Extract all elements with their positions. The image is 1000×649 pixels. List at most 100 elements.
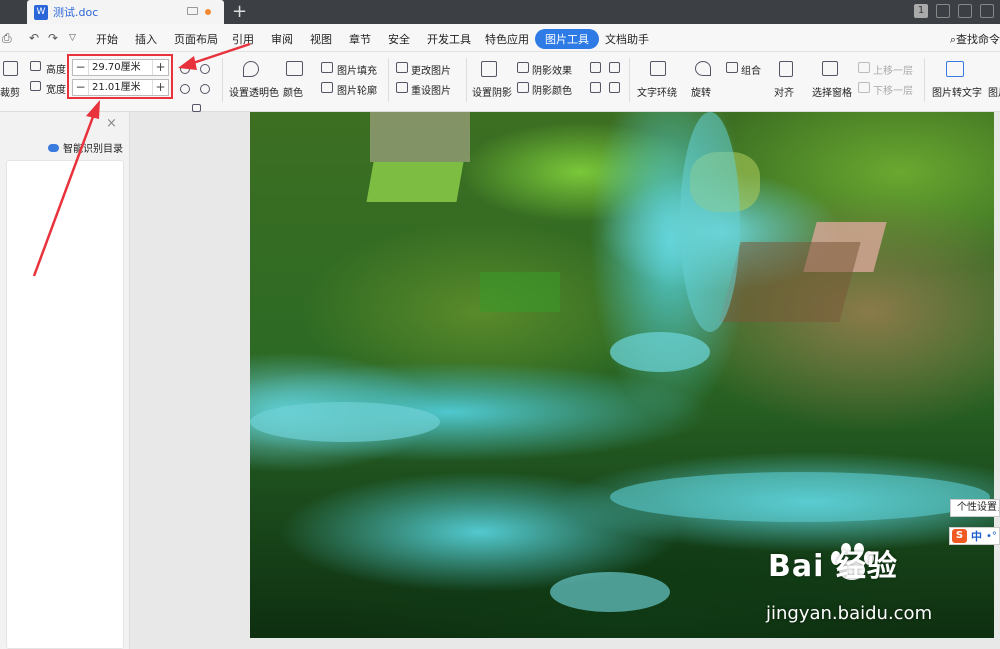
crop-icon[interactable] xyxy=(3,61,18,76)
smart-toc-button[interactable]: 智能识别目录 xyxy=(48,140,123,155)
reset-size-icon[interactable] xyxy=(200,64,210,74)
reset-picture-icon[interactable] xyxy=(396,82,408,93)
find-command-label: 查找命令 xyxy=(956,33,1000,46)
change-picture-label[interactable]: 更改图片 xyxy=(411,62,451,77)
color-label[interactable]: 颜色 xyxy=(283,84,303,99)
send-backward-icon[interactable] xyxy=(858,82,870,93)
menu-doc-assistant[interactable]: 文档助手 xyxy=(605,31,649,47)
skin-icon[interactable] xyxy=(936,4,950,18)
picture-color-icon[interactable] xyxy=(286,61,303,76)
shadow-down-icon[interactable] xyxy=(590,82,601,93)
menu-references[interactable]: 引用 xyxy=(232,31,254,47)
shadow-color-icon[interactable] xyxy=(517,82,529,93)
shadow-left-icon[interactable] xyxy=(609,82,620,93)
document-tab-title: 测试.doc xyxy=(53,6,99,19)
ime-punctuation-icon[interactable]: •° xyxy=(986,531,997,542)
rotate-label[interactable]: 旋转 xyxy=(691,84,711,99)
menu-view[interactable]: 视图 xyxy=(310,31,332,47)
decrease-contrast-icon[interactable] xyxy=(200,84,210,94)
shadow-color-label[interactable]: 阴影颜色 xyxy=(532,82,572,97)
picture-to-text-icon[interactable] xyxy=(946,61,964,77)
sogou-ime-icon[interactable]: S xyxy=(952,529,967,543)
send-backward-label[interactable]: 下移一层 xyxy=(873,82,913,97)
window-controls: 1 xyxy=(914,4,994,18)
rotate-icon[interactable] xyxy=(695,61,711,76)
river-segment xyxy=(250,402,440,442)
transparent-color-icon[interactable] xyxy=(243,61,259,77)
height-label: 高度: xyxy=(46,65,70,76)
menu-page-layout[interactable]: 页面布局 xyxy=(174,31,218,47)
bring-forward-icon[interactable] xyxy=(858,62,870,73)
shadow-right-icon[interactable] xyxy=(609,62,620,73)
annotation-highlight-box xyxy=(67,54,173,99)
picture-outline-icon[interactable] xyxy=(321,82,333,93)
crop-button-label[interactable]: 裁剪 xyxy=(0,84,20,99)
village-houses xyxy=(370,112,470,162)
menu-home[interactable]: 开始 xyxy=(96,31,118,47)
menu-special-apps[interactable]: 特色应用 xyxy=(485,31,529,47)
close-icon[interactable]: × xyxy=(106,116,117,131)
ribbon-divider xyxy=(924,58,925,102)
selection-pane-icon[interactable] xyxy=(822,61,838,76)
river-segment xyxy=(610,332,710,372)
ribbon-divider xyxy=(466,58,467,102)
user-icon[interactable] xyxy=(980,4,994,18)
shadow-effect-icon[interactable] xyxy=(517,62,529,73)
reset-picture-label[interactable]: 重设图片 xyxy=(411,82,451,97)
shadow-up-icon[interactable] xyxy=(590,62,601,73)
smart-toc-icon xyxy=(48,143,59,152)
navigation-panel: × 智能识别目录 xyxy=(0,112,130,649)
find-command[interactable]: ⌕查找命令 xyxy=(950,31,1000,47)
menu-developer[interactable]: 开发工具 xyxy=(427,31,471,47)
undo-icon[interactable]: ↶ xyxy=(29,31,39,45)
river-segment xyxy=(680,112,740,332)
bring-forward-label[interactable]: 上移一层 xyxy=(873,62,913,77)
shadow-effect-label[interactable]: 阴影效果 xyxy=(532,62,572,77)
smart-toc-label: 智能识别目录 xyxy=(63,144,123,155)
picture-fill-label[interactable]: 图片填充 xyxy=(337,62,377,77)
toc-list xyxy=(6,160,124,649)
align-icon[interactable] xyxy=(779,61,793,77)
redo-icon[interactable]: ↷ xyxy=(48,31,58,45)
picture-outline-label[interactable]: 图片轮廓 xyxy=(337,82,377,97)
print-preview-icon[interactable]: ⎙ xyxy=(2,31,12,46)
field-patch xyxy=(480,272,560,312)
lock-ratio-icon[interactable] xyxy=(180,64,190,74)
picture-fill-icon[interactable] xyxy=(321,62,333,73)
picture-to-text-label[interactable]: 图片转文字 xyxy=(932,84,982,99)
menu-picture-tools[interactable]: 图片工具 xyxy=(535,29,599,49)
width-icon xyxy=(30,81,41,91)
change-picture-icon[interactable] xyxy=(396,62,408,73)
menu-security[interactable]: 安全 xyxy=(388,31,410,47)
text-wrap-icon[interactable] xyxy=(650,61,666,76)
shadow-icon[interactable] xyxy=(481,61,497,77)
group-label[interactable]: 组合 xyxy=(741,62,761,77)
menu-section[interactable]: 章节 xyxy=(349,31,371,47)
group-icon[interactable] xyxy=(726,62,738,73)
increase-contrast-icon[interactable] xyxy=(180,84,190,94)
set-transparent-color-label[interactable]: 设置透明色 xyxy=(229,84,279,99)
compress-icon[interactable] xyxy=(192,104,201,112)
menu-insert[interactable]: 插入 xyxy=(135,31,157,47)
ime-toolbar[interactable]: S 中 •° xyxy=(949,527,1000,545)
height-icon xyxy=(30,61,41,71)
monitor-icon[interactable] xyxy=(187,7,198,15)
set-shadow-label[interactable]: 设置阴影 xyxy=(472,84,512,99)
wps-doc-icon: W xyxy=(34,4,48,20)
align-label[interactable]: 对齐 xyxy=(774,84,794,99)
new-tab-button[interactable]: + xyxy=(232,2,247,22)
menu-review[interactable]: 审阅 xyxy=(271,31,293,47)
baidu-watermark-url: jingyan.baidu.com xyxy=(766,603,933,624)
river-segment xyxy=(550,572,670,612)
unsaved-dot-icon xyxy=(205,9,211,15)
picture-more-label[interactable]: 图片 xyxy=(988,84,1000,99)
quick-access-dropdown-icon[interactable]: ▽ xyxy=(69,33,76,43)
ribbon-divider xyxy=(388,58,389,102)
shirt-icon[interactable] xyxy=(958,4,972,18)
text-wrap-label[interactable]: 文字环绕 xyxy=(637,84,677,99)
document-tab[interactable]: W 测试.doc xyxy=(27,0,224,24)
window-count-badge[interactable]: 1 xyxy=(914,4,928,18)
title-bar: W 测试.doc + 1 xyxy=(0,0,1000,24)
selection-pane-label[interactable]: 选择窗格 xyxy=(812,84,852,99)
ime-language-label[interactable]: 中 xyxy=(971,528,982,544)
